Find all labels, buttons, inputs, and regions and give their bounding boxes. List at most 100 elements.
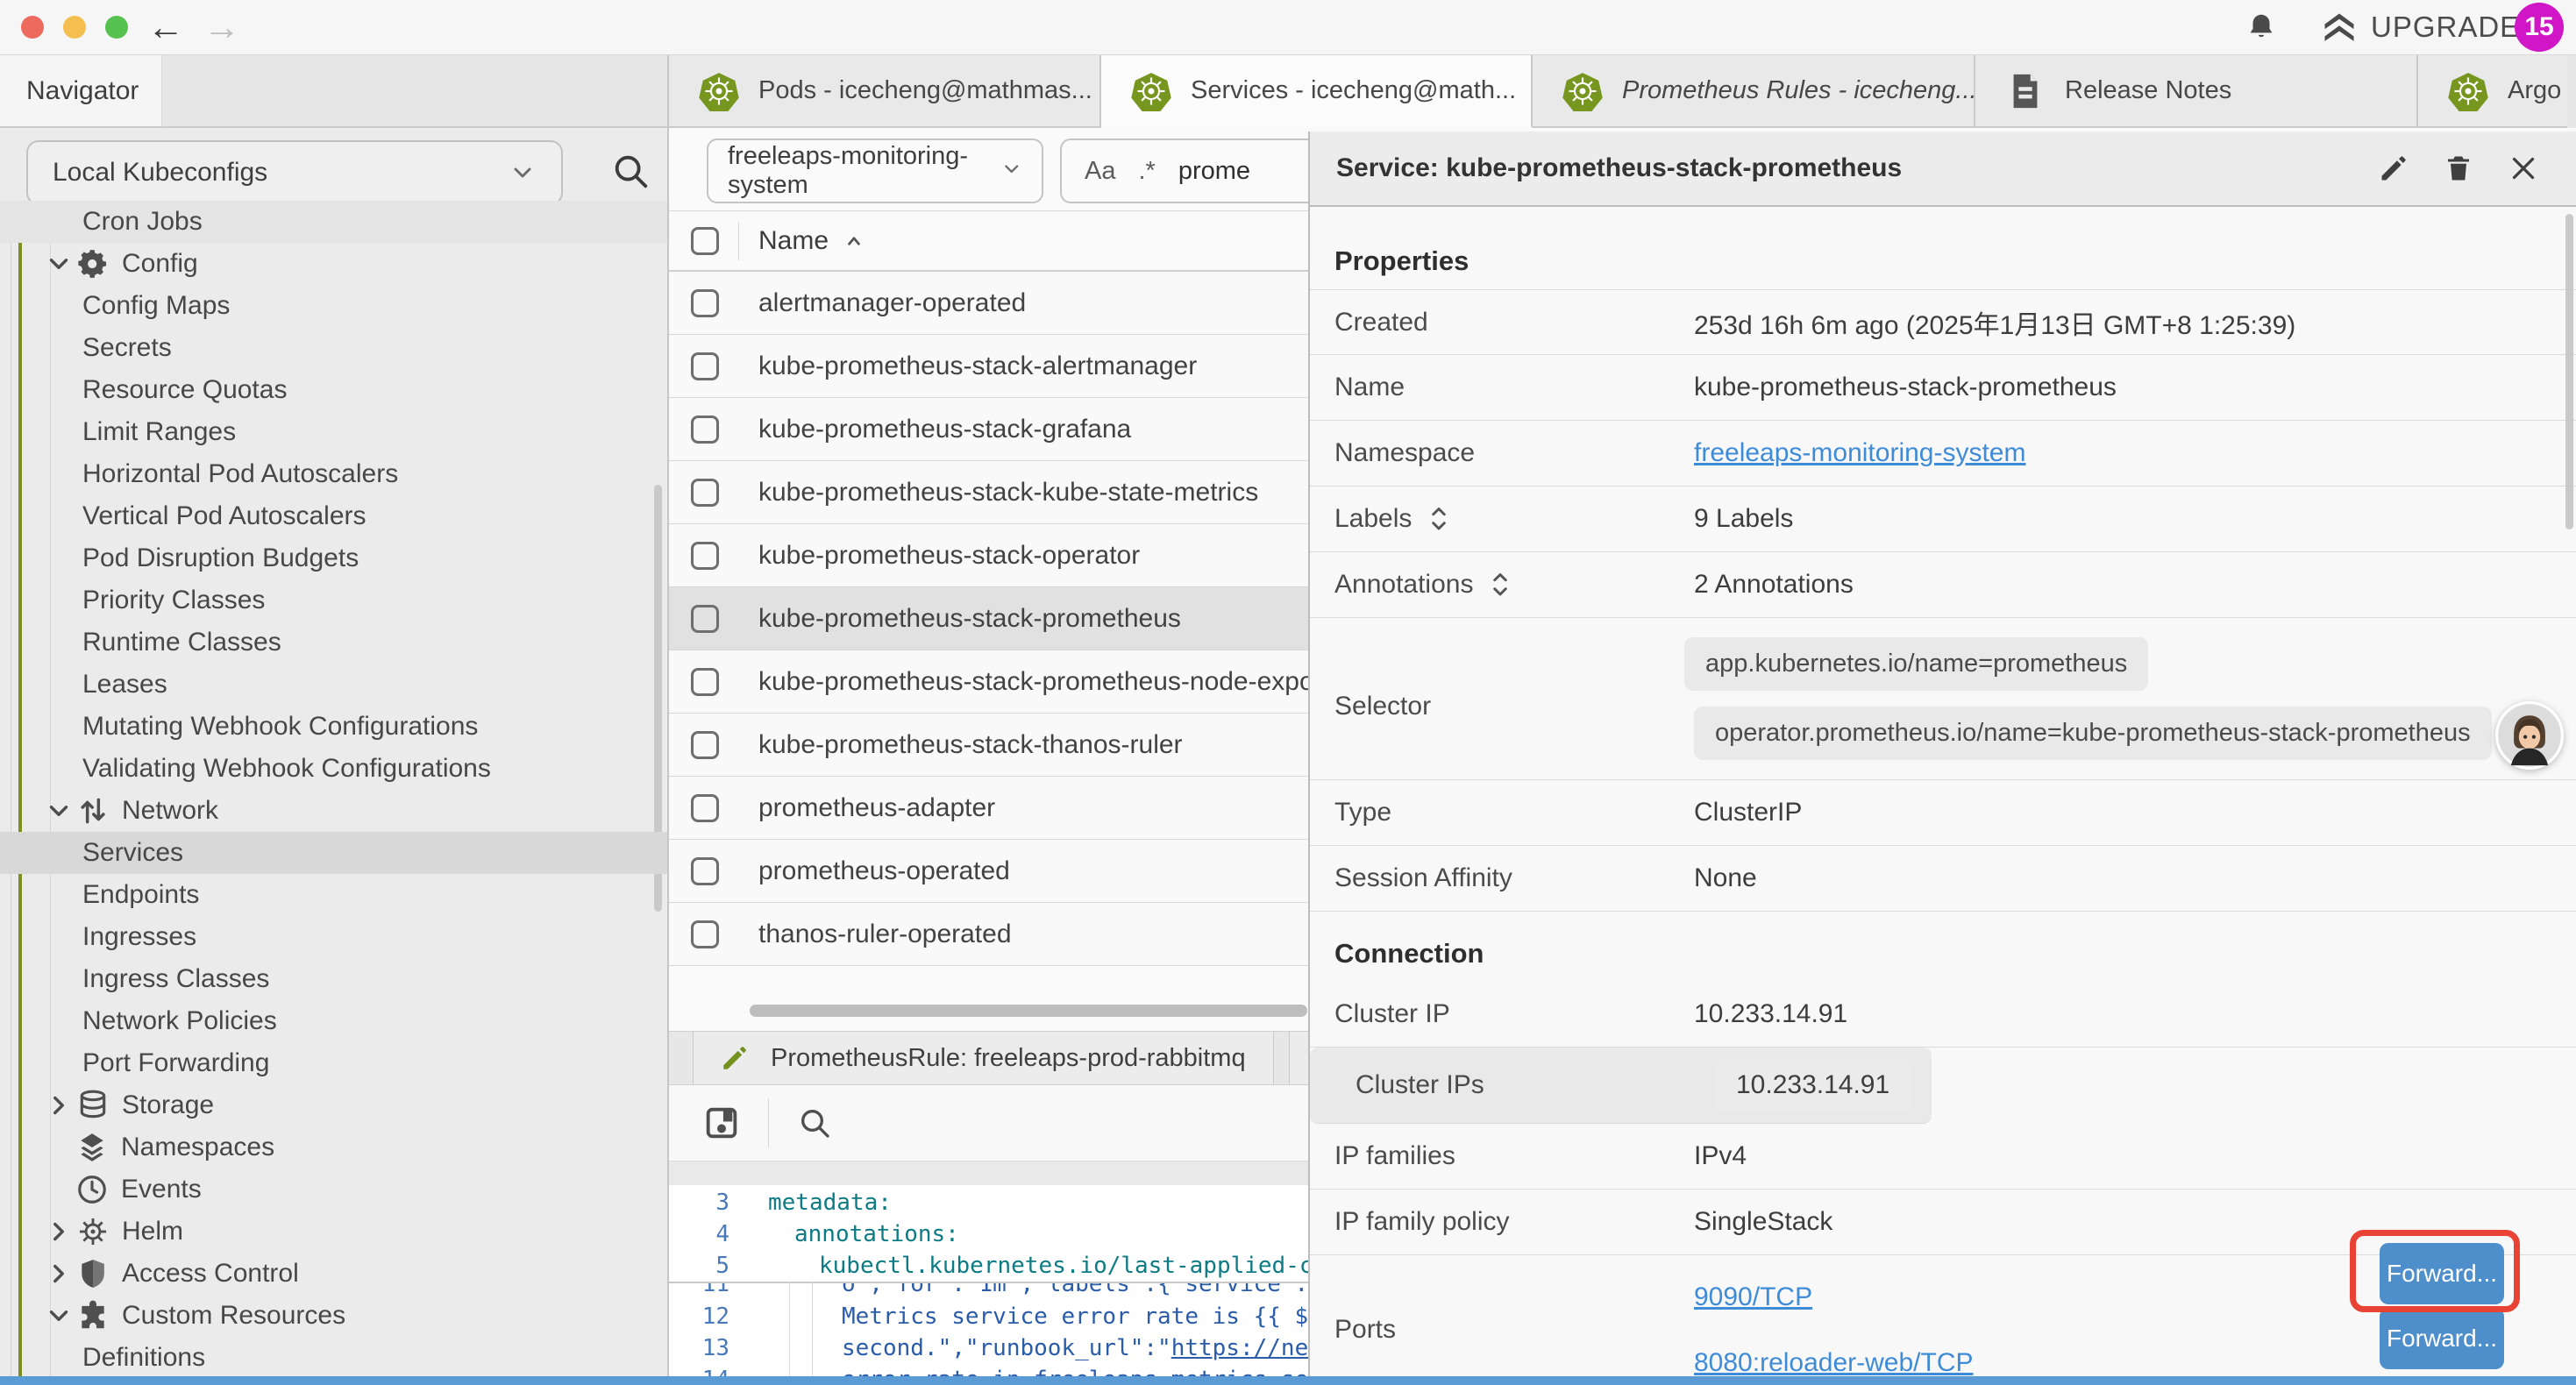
row-checkbox[interactable]	[691, 352, 719, 380]
sidebar-tree-item[interactable]: Namespaces	[0, 1126, 667, 1168]
sidebar-tree-item[interactable]: Ingresses	[0, 916, 667, 958]
selector-row: Selector app.kubernetes.io/name=promethe…	[1310, 618, 2576, 780]
property-row: Name kube-prometheus-stack-prometheus	[1310, 355, 2576, 421]
chevron-right-icon[interactable]	[44, 1259, 74, 1289]
delete-trash-icon[interactable]	[2443, 153, 2474, 184]
row-checkbox[interactable]	[691, 920, 719, 948]
detail-scrollbar[interactable]	[2565, 214, 2573, 529]
database-icon	[76, 1089, 110, 1122]
app-tab[interactable]: Prometheus Rules - icecheng...	[1533, 55, 1975, 128]
close-panel-icon[interactable]	[2508, 153, 2539, 184]
row-checkbox[interactable]	[691, 479, 719, 507]
upgrade-label: UPGRADE	[2371, 11, 2520, 44]
forward-port-8080-button[interactable]: Forward...	[2380, 1308, 2504, 1369]
resource-tree: Cron Jobs Config	[0, 201, 667, 1379]
service-detail-panel: Service: kube-prometheus-stack-prometheu…	[1308, 131, 2576, 1385]
upgrade-button[interactable]: UPGRADE	[2320, 9, 2520, 46]
sidebar-tree-item[interactable]: Endpoints	[0, 874, 667, 916]
sidebar-tree-item[interactable]: Resource Quotas	[0, 369, 667, 411]
sidebar-tree-item[interactable]: Runtime Classes	[0, 621, 667, 664]
forward-arrow-icon[interactable]: →	[203, 2, 240, 53]
selector-chips: app.kubernetes.io/name=prometheusoperato…	[1694, 637, 2492, 760]
sidebar-tree-item[interactable]: Access Control	[0, 1253, 667, 1295]
search-input[interactable]: prome	[1178, 157, 1250, 186]
namespace-link[interactable]: freeleaps-monitoring-system	[1694, 438, 2025, 468]
assistant-avatar[interactable]	[2495, 701, 2564, 770]
sidebar-tree-item[interactable]: Port Forwarding	[0, 1042, 667, 1084]
edit-pencil-icon[interactable]	[2378, 153, 2409, 184]
notification-count-badge[interactable]: 15	[2515, 3, 2564, 52]
row-checkbox[interactable]	[691, 731, 719, 759]
sidebar-tree-item[interactable]: Cron Jobs	[0, 201, 667, 243]
selector-chip[interactable]: operator.prometheus.io/name=kube-prometh…	[1694, 707, 2492, 760]
property-row: Session Affinity None	[1310, 846, 2576, 912]
back-arrow-icon[interactable]: ←	[147, 2, 184, 53]
prometheusrule-editor-tab[interactable]: PrometheusRule: freeleaps-prod-rabbitmq	[693, 1032, 1274, 1084]
app-window: ← → UPGRADE 15 Navigator Pods - icecheng…	[0, 0, 2576, 1385]
chevron-down-icon[interactable]	[44, 796, 74, 826]
kubeconfig-select[interactable]: Local Kubeconfigs	[26, 140, 563, 205]
select-all-checkbox[interactable]	[691, 227, 719, 255]
sidebar-search-icon[interactable]	[610, 151, 651, 191]
chevron-down-icon[interactable]	[44, 1301, 74, 1331]
sidebar-tree-item[interactable]: Ingress Classes	[0, 958, 667, 1000]
line-number: 3	[669, 1190, 752, 1216]
sidebar-tree-item[interactable]: Horizontal Pod Autoscalers	[0, 453, 667, 495]
close-window-button[interactable]	[21, 16, 44, 39]
app-tab[interactable]: Pods - icecheng@mathmas...	[669, 55, 1101, 128]
sidebar-tree-item[interactable]: Leases	[0, 664, 667, 706]
editor-search-icon[interactable]	[797, 1105, 832, 1140]
tab-list: Pods - icecheng@mathmas... Services - ic…	[669, 55, 2576, 128]
sidebar-tree-item[interactable]: Priority Classes	[0, 579, 667, 621]
chevron-right-icon[interactable]	[44, 1090, 74, 1120]
minimize-window-button[interactable]	[63, 16, 86, 39]
app-tab[interactable]: Services - icecheng@math...	[1101, 55, 1533, 128]
properties-heading: Properties	[1310, 207, 2576, 289]
sidebar-tree-item[interactable]: Vertical Pod Autoscalers	[0, 495, 667, 537]
regex-toggle[interactable]: .*	[1138, 157, 1155, 186]
properties-rows-b: Labels 9 Labels Annotations	[1310, 487, 2576, 618]
horizontal-scrollbar[interactable]	[750, 1005, 1307, 1017]
app-tab[interactable]: Release Notes	[1975, 55, 2418, 128]
sidebar-tree-item[interactable]: Custom Resources	[0, 1295, 667, 1337]
notifications-bell-icon[interactable]	[2245, 11, 2278, 44]
row-checkbox[interactable]	[691, 794, 719, 822]
sort-toggle-icon[interactable]	[1487, 568, 1513, 601]
navigator-panel-tab[interactable]: Navigator	[0, 55, 162, 128]
namespace-select[interactable]: freeleaps-monitoring-system	[707, 138, 1043, 203]
chevron-right-icon[interactable]	[44, 1217, 74, 1246]
match-case-toggle[interactable]: Aa	[1085, 157, 1115, 186]
row-checkbox[interactable]	[691, 857, 719, 885]
sidebar-tree-item[interactable]: Network Policies	[0, 1000, 667, 1042]
sidebar-tree-item[interactable]: Validating Webhook Configurations	[0, 748, 667, 790]
zoom-window-button[interactable]	[105, 16, 128, 39]
port-8080-link[interactable]: 8080:reloader-web/TCP	[1694, 1348, 1974, 1378]
sidebar-tree-item[interactable]: Events	[0, 1168, 667, 1211]
sidebar-tree-item[interactable]: Config	[0, 243, 667, 285]
sidebar-tree-item[interactable]: Config Maps	[0, 285, 667, 327]
chevron-down-icon[interactable]	[44, 249, 74, 279]
sidebar-tree-item[interactable]: Mutating Webhook Configurations	[0, 706, 667, 748]
line-number: 4	[669, 1221, 752, 1247]
sort-toggle-icon[interactable]	[1426, 502, 1452, 536]
sidebar-tree-item[interactable]: Secrets	[0, 327, 667, 369]
port-9090-link[interactable]: 9090/TCP	[1694, 1282, 1812, 1312]
sidebar-tree-item[interactable]: Limit Ranges	[0, 411, 667, 453]
row-checkbox[interactable]	[691, 668, 719, 696]
line-number: 5	[669, 1253, 752, 1279]
name-column-header[interactable]: Name	[758, 226, 865, 256]
row-checkbox[interactable]	[691, 416, 719, 444]
selector-chip[interactable]: app.kubernetes.io/name=prometheus	[1684, 637, 2148, 691]
sidebar-tree-item[interactable]: Helm	[0, 1211, 667, 1253]
sidebar-tree-item[interactable]: Services	[0, 832, 667, 874]
row-checkbox[interactable]	[691, 605, 719, 633]
editor-url-link[interactable]: https://net	[1171, 1335, 1322, 1361]
sidebar-tree-item[interactable]: Pod Disruption Budgets	[0, 537, 667, 579]
sidebar-tree-item[interactable]: Storage	[0, 1084, 667, 1126]
sidebar-tree-item[interactable]: Network	[0, 790, 667, 832]
row-checkbox[interactable]	[691, 289, 719, 317]
sidebar-tree-item[interactable]: Definitions	[0, 1337, 667, 1379]
row-checkbox[interactable]	[691, 542, 719, 570]
save-icon[interactable]	[701, 1103, 742, 1143]
app-tab[interactable]: Argo Se	[2418, 55, 2567, 128]
